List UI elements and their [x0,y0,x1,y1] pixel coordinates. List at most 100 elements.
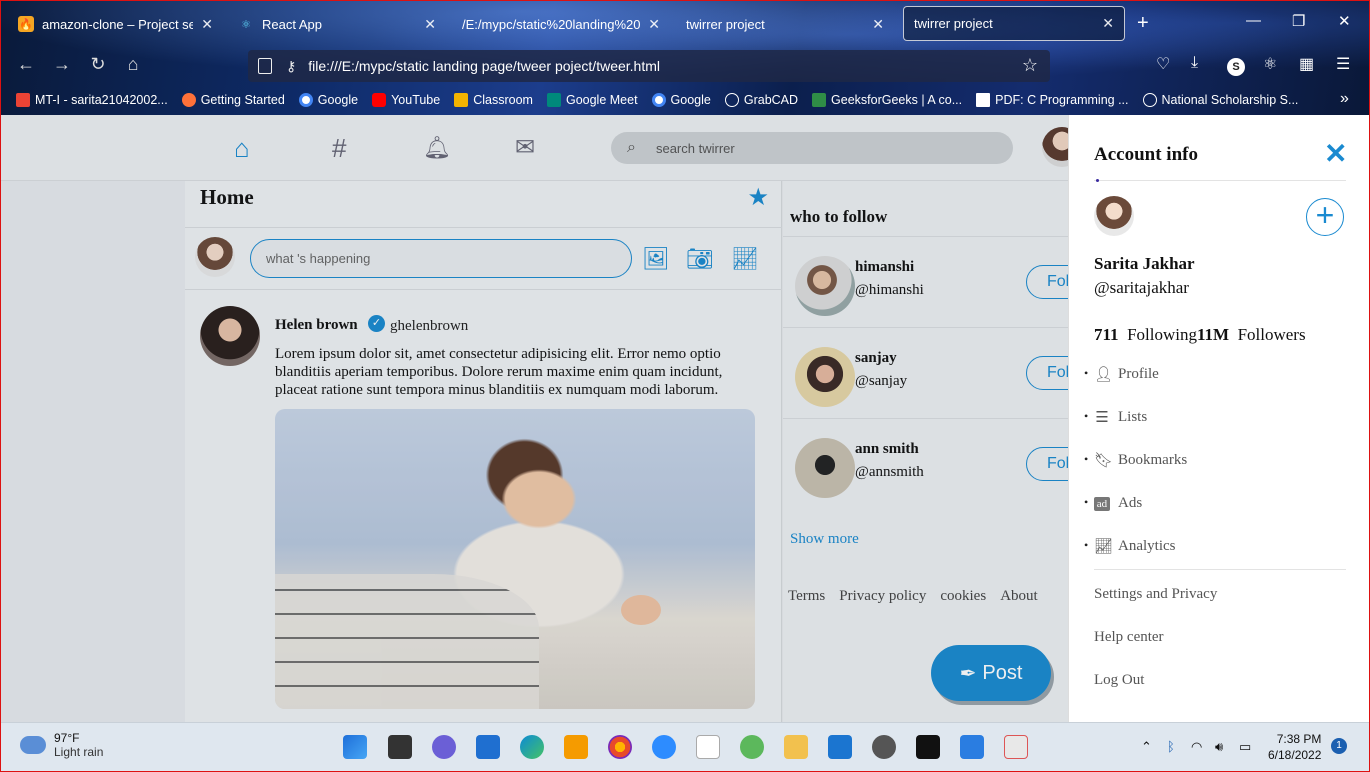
tab-amazon-clone[interactable]: 🔥 amazon-clone – Project setting ✕ [8,6,223,42]
following-count: 711 [1094,325,1119,344]
settings-gear-icon[interactable] [872,735,896,759]
window-close-icon[interactable]: ✕ [1338,12,1351,30]
forward-icon[interactable]: → [50,54,74,75]
gfg-icon [812,93,827,107]
file-icon[interactable] [696,735,720,759]
menu-item-profile[interactable]: 👤︎Profile [1084,353,1354,396]
edge-icon[interactable] [520,735,544,759]
account-handle: @saritajakhar [1094,278,1189,297]
settings-privacy-link[interactable]: Settings and Privacy [1094,586,1217,603]
media-icon[interactable] [828,735,852,759]
temperature: 97°F [54,731,80,745]
bookmark-icon: 🔖︎ [1094,453,1114,469]
twirrer-page: ⌂ # 🔔︎ ✉ ⌕ search twirrer Home ★ what 's… [0,115,1370,722]
bookmark-item[interactable]: GeeksforGeeks | A co... [812,93,962,107]
taskbar: 97°F Light rain ⌃ ᛒ ◠ 🔊︎ ▭ 7:38 PM 6/18/… [0,722,1370,772]
overlay-dim [0,115,1068,722]
rain-cloud-icon [20,736,46,754]
clock[interactable]: 7:38 PM 6/18/2022 [1268,731,1321,763]
bookmark-item[interactable]: National Scholarship S... [1142,93,1298,107]
reload-icon[interactable]: ↻ [86,54,110,75]
add-account-icon[interactable]: + [1306,198,1344,236]
google-icon [651,93,666,107]
bookmark-item[interactable]: YouTube [372,93,440,107]
menu-item-ads[interactable]: adAds [1084,482,1354,525]
panel-title: Account info [1094,144,1198,165]
new-tab-icon[interactable]: + [1137,12,1149,35]
ads-icon: ad [1094,496,1110,511]
pdf-icon [976,93,991,107]
account-stats: 711 Following11M Followers [1094,325,1306,345]
following-label[interactable]: Following [1127,325,1197,344]
menu-item-lists[interactable]: ☰Lists [1084,396,1354,439]
divider [1094,180,1346,181]
menu-item-bookmarks[interactable]: 🔖︎Bookmarks [1084,439,1354,482]
date: 6/18/2022 [1268,748,1322,762]
chat-icon[interactable] [432,735,456,759]
tab-twirrer-active[interactable]: twirrer project ✕ [903,6,1125,41]
person-icon: 👤︎ [1094,367,1114,383]
extension-icon[interactable]: ▦ [1299,54,1314,74]
close-tab-icon[interactable]: ✕ [201,16,213,33]
start-windows-icon[interactable] [343,735,367,759]
tray-chevron-icon[interactable]: ⌃ [1141,739,1152,755]
bookmark-item[interactable]: PDF: C Programming ... [976,93,1129,107]
address-bar[interactable]: ⚷ file:///E:/mypc/static landing page/tw… [248,50,1050,82]
bookmark-item[interactable]: GrabCAD [724,93,798,107]
bookmark-item[interactable]: Google Meet [546,93,638,107]
menu-icon[interactable]: ☰ [1336,54,1350,74]
tab-react-app[interactable]: ⚛ React App ✕ [228,6,446,42]
close-tab-icon[interactable]: ✕ [872,16,884,33]
back-icon[interactable]: ← [14,54,38,75]
wifi-icon[interactable]: ◠ [1191,739,1202,755]
downloads-icon[interactable]: ⤓ [1191,54,1198,72]
tab-static-landing[interactable]: /E:/mypc/static%20landing%20pag ✕ [452,6,670,42]
restore-icon[interactable]: ❐ [1292,12,1305,30]
folder-icon[interactable] [784,735,808,759]
log-out-link[interactable]: Log Out [1094,672,1144,689]
close-tab-icon[interactable]: ✕ [648,16,660,33]
bookmark-item[interactable]: Getting Started [181,93,285,107]
globe-icon [1142,93,1157,107]
google-icon [298,93,313,107]
account-menu: 👤︎Profile ☰Lists 🔖︎Bookmarks adAds 📈︎Ana… [1084,353,1354,568]
list-icon: ☰ [1095,410,1109,426]
weather-widget[interactable]: 97°F Light rain [20,731,103,759]
bookmark-item[interactable]: Classroom [454,93,533,107]
avatar[interactable] [1094,196,1134,236]
snipping-tool-icon[interactable] [1004,735,1028,759]
notification-badge[interactable]: 1 [1331,738,1347,754]
app-icon[interactable] [740,735,764,759]
minimize-icon[interactable]: — [1246,12,1261,29]
notepad-icon[interactable] [960,735,984,759]
close-tab-icon[interactable]: ✕ [424,16,436,33]
zoom-icon[interactable] [652,735,676,759]
tab-twirrer-1[interactable]: twirrer project ✕ [676,6,894,42]
firefox-icon[interactable] [608,735,632,759]
firebase-icon: 🔥 [18,16,34,32]
volume-icon[interactable]: 🔊︎ [1215,739,1223,755]
account-icon[interactable]: S [1227,58,1245,76]
bookmarks-overflow-icon[interactable]: » [1340,90,1349,108]
close-icon[interactable]: ✕ [1324,137,1347,170]
divider-dot [1096,179,1099,182]
bookmark-item[interactable]: MT-I - sarita21042002... [16,93,168,107]
task-view-icon[interactable] [388,735,412,759]
menu-item-analytics[interactable]: 📈︎Analytics [1084,525,1354,568]
extension-react-icon[interactable]: ⚛ [1263,54,1277,74]
close-tab-icon[interactable]: ✕ [1102,15,1114,32]
account-name: Sarita Jakhar [1094,254,1195,273]
battery-icon[interactable]: ▭ [1239,739,1251,755]
pocket-icon[interactable]: ♡ [1156,54,1170,74]
help-center-link[interactable]: Help center [1094,629,1164,646]
bluetooth-icon[interactable]: ᛒ [1167,739,1175,754]
mail-icon[interactable] [476,735,500,759]
bookmark-item[interactable]: Google [651,93,711,107]
bookmark-item[interactable]: Google [298,93,358,107]
followers-label[interactable]: Followers [1238,325,1306,344]
bookmark-star-icon[interactable]: ☆ [1022,55,1038,76]
sublime-icon[interactable] [564,735,588,759]
meet-icon [546,93,561,107]
terminal-icon[interactable] [916,735,940,759]
home-icon[interactable]: ⌂ [121,54,145,75]
